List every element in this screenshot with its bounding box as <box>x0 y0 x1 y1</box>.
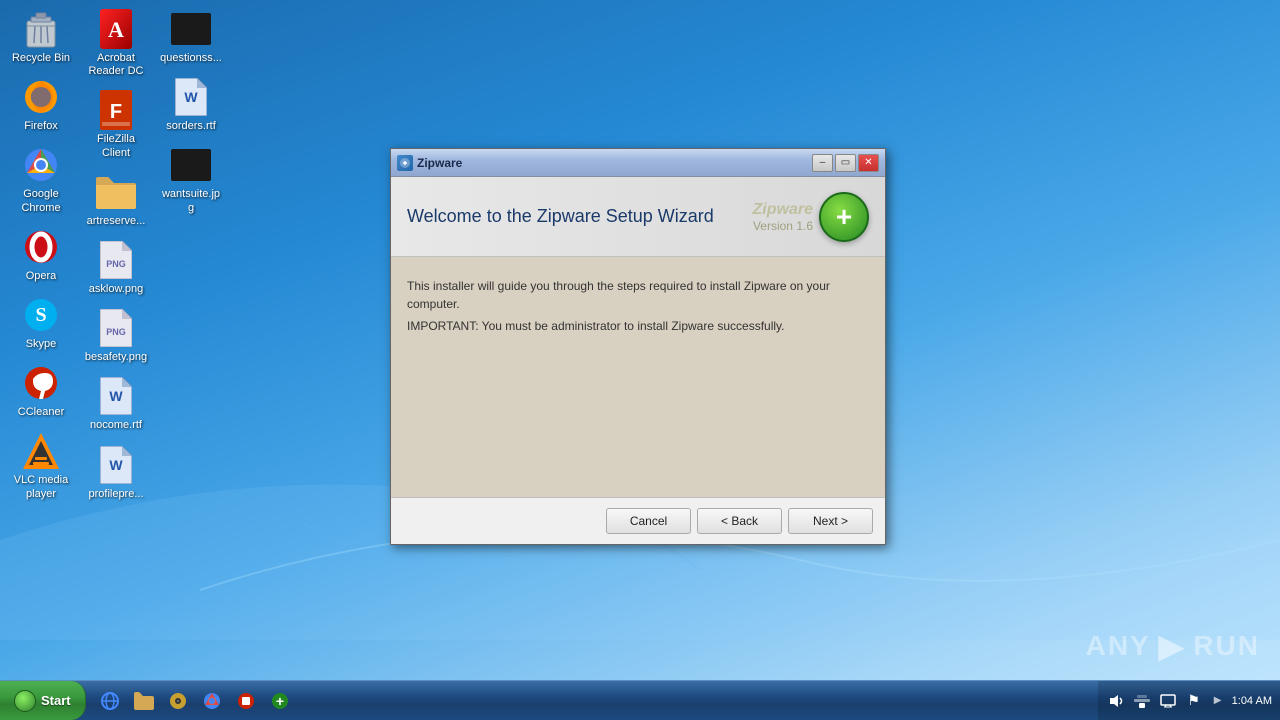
dialog-header: Welcome to the Zipware Setup Wizard Zipw… <box>391 177 885 257</box>
cancel-button[interactable]: Cancel <box>606 508 691 534</box>
next-button[interactable]: Next > <box>788 508 873 534</box>
svg-text:W: W <box>184 89 198 105</box>
taskbar-folder-icon[interactable] <box>128 685 160 717</box>
tray-security-icon[interactable]: ⚑ <box>1184 691 1204 711</box>
wantsuite-label: wantsuite.jpg <box>159 188 223 214</box>
restore-button[interactable]: ▭ <box>835 154 856 172</box>
desktop-icon-artreserve[interactable]: artreserve... <box>80 168 152 232</box>
skype-label: Skype <box>26 338 57 351</box>
minimize-button[interactable]: – <box>812 154 833 172</box>
dialog-body-line1: This installer will guide you through th… <box>407 277 869 313</box>
questionss-label: questionss... <box>160 52 222 65</box>
profilepre-label: profilepre... <box>88 488 143 501</box>
ccleaner-label: CCleaner <box>18 406 64 419</box>
back-button[interactable]: < Back <box>697 508 782 534</box>
chrome-label: Google Chrome <box>9 188 73 214</box>
desktop-icon-skype[interactable]: S Skype <box>5 291 77 355</box>
dialog-content: This installer will guide you through th… <box>391 257 885 497</box>
acrobat-label: Acrobat Reader DC <box>84 52 148 78</box>
desktop-icon-firefox[interactable]: Firefox <box>5 73 77 137</box>
desktop-icon-vlc[interactable]: VLC media player <box>5 427 77 504</box>
start-label: Start <box>41 693 71 708</box>
anyrun-watermark: ANY ▶ RUN <box>1086 627 1260 665</box>
taskbar-zipware-icon[interactable]: + <box>264 685 296 717</box>
svg-text:+: + <box>276 693 284 709</box>
recycle-bin-label: Recycle Bin <box>12 52 70 65</box>
tray-arrow-icon[interactable]: ▶ <box>1210 691 1226 711</box>
desktop-icon-questionss[interactable]: questionss... <box>155 5 227 69</box>
system-tray: ⚑ ▶ 1:04 AM <box>1098 681 1280 720</box>
taskbar-media-icon[interactable] <box>162 685 194 717</box>
taskbar-ie-icon[interactable] <box>94 685 126 717</box>
desktop-icon-opera[interactable]: Opera <box>5 223 77 287</box>
sorders-label: sorders.rtf <box>166 120 216 133</box>
tray-network-icon[interactable] <box>1132 691 1152 711</box>
desktop-icons-col3: questionss... W sorders.rtf wantsuite.jp… <box>155 5 227 219</box>
taskbar: Start <box>0 680 1280 720</box>
clock-time: 1:04 AM <box>1232 695 1272 707</box>
dialog-footer: Cancel < Back Next > <box>391 497 885 544</box>
dialog-header-title: Welcome to the Zipware Setup Wizard <box>407 206 714 227</box>
taskbar-chrome-icon[interactable] <box>196 685 228 717</box>
firefox-label: Firefox <box>24 120 58 133</box>
taskbar-stop-icon[interactable] <box>230 685 262 717</box>
zipware-logo-text: Zipware <box>753 201 813 219</box>
desktop-icon-nocome[interactable]: W nocome.rtf <box>80 372 152 436</box>
svg-text:PNG: PNG <box>106 259 126 269</box>
title-buttons: – ▭ ✕ <box>812 154 879 172</box>
tray-display-icon[interactable] <box>1158 691 1178 711</box>
dialog-body-line2: IMPORTANT: You must be administrator to … <box>407 317 869 335</box>
svg-text:F: F <box>110 101 122 123</box>
desktop-icon-besafety[interactable]: PNG besafety.png <box>80 304 152 368</box>
filezilla-label: FileZilla Client <box>84 133 148 159</box>
start-orb <box>14 690 36 712</box>
opera-label: Opera <box>26 270 57 283</box>
zipware-logo: Zipware Version 1.6 + <box>753 192 869 242</box>
desktop-icon-profilepre[interactable]: W profilepre... <box>80 441 152 505</box>
besafety-label: besafety.png <box>85 351 147 364</box>
desktop-icon-asklow[interactable]: PNG asklow.png <box>80 236 152 300</box>
desktop-icon-recycle-bin[interactable]: Recycle Bin <box>5 5 77 69</box>
zipware-logo-icon: + <box>819 192 869 242</box>
desktop-icons-col2: A Acrobat Reader DC F FileZilla Client a… <box>80 5 152 505</box>
start-button[interactable]: Start <box>0 681 86 720</box>
zipware-setup-dialog: Zipware – ▭ ✕ Welcome to the Zipware Set… <box>390 148 886 545</box>
zipware-logo-version: Version 1.6 <box>753 219 813 233</box>
anyrun-run: RUN <box>1193 630 1260 662</box>
artreserve-label: artreserve... <box>87 215 146 228</box>
svg-text:A: A <box>108 17 124 42</box>
dialog-title-text: Zipware <box>417 156 808 170</box>
anyrun-text: ANY <box>1086 630 1151 662</box>
taskbar-quick-launch: + <box>86 685 304 717</box>
desktop-icon-ccleaner[interactable]: CCleaner <box>5 359 77 423</box>
svg-text:S: S <box>35 304 46 326</box>
svg-text:PNG: PNG <box>106 327 126 337</box>
desktop-icon-filezilla[interactable]: F FileZilla Client <box>80 86 152 163</box>
desktop-icon-chrome[interactable]: Google Chrome <box>5 141 77 218</box>
desktop-icon-acrobat[interactable]: A Acrobat Reader DC <box>80 5 152 82</box>
asklow-label: asklow.png <box>89 283 143 296</box>
close-button[interactable]: ✕ <box>858 154 879 172</box>
svg-text:W: W <box>109 457 123 473</box>
vlc-label: VLC media player <box>9 474 73 500</box>
anyrun-play: ▶ <box>1159 627 1186 665</box>
dialog-titlebar: Zipware – ▭ ✕ <box>391 149 885 177</box>
system-clock[interactable]: 1:04 AM <box>1232 695 1272 707</box>
svg-text:W: W <box>109 388 123 404</box>
nocome-label: nocome.rtf <box>90 419 142 432</box>
tray-volume-icon[interactable] <box>1106 691 1126 711</box>
desktop-icons-col1: Recycle Bin Firefox Google Chrome <box>5 5 77 505</box>
dialog-title-icon <box>397 155 413 171</box>
desktop-icon-wantsuite[interactable]: wantsuite.jpg <box>155 141 227 218</box>
desktop-icon-sorders[interactable]: W sorders.rtf <box>155 73 227 137</box>
